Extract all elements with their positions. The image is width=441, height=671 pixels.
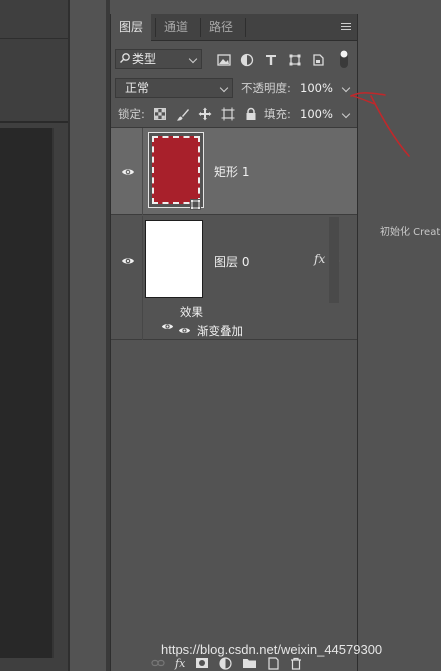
fill-value[interactable]: 100% bbox=[300, 104, 333, 124]
eye-icon[interactable] bbox=[161, 320, 174, 333]
mask-icon[interactable] bbox=[195, 657, 209, 669]
opacity-label: 不透明度: bbox=[241, 81, 291, 95]
canvas-scrollbar[interactable] bbox=[52, 128, 54, 658]
shape-filter-icon[interactable] bbox=[288, 53, 302, 67]
layer-divider bbox=[142, 128, 143, 215]
search-icon bbox=[120, 53, 130, 63]
layer-divider bbox=[142, 216, 143, 340]
panel-dock-gap bbox=[68, 0, 110, 671]
layer-name[interactable]: 矩形 1 bbox=[214, 163, 249, 180]
effect-gradient-overlay[interactable]: 渐变叠加 bbox=[197, 323, 243, 339]
fx-badge[interactable]: fx bbox=[314, 252, 325, 266]
layers-panel: 图层 通道 路径 类型 正常 不透明度: 100% 锁定: 填充: 100% 矩… bbox=[110, 14, 358, 671]
tab-paths[interactable]: 路径 bbox=[201, 14, 241, 41]
lock-all-icon[interactable] bbox=[244, 107, 258, 121]
layer-row-rectangle[interactable]: 矩形 1 bbox=[111, 128, 357, 215]
eye-icon[interactable] bbox=[121, 165, 135, 179]
eye-icon[interactable] bbox=[178, 324, 191, 337]
fx-icon[interactable]: fx bbox=[175, 657, 185, 670]
filter-kind-select[interactable]: 类型 bbox=[115, 49, 202, 69]
annotation-arrow bbox=[350, 92, 410, 157]
fill-label: 填充: bbox=[264, 107, 291, 121]
filter-toggle-icon[interactable] bbox=[339, 49, 349, 69]
layers-scrollbar[interactable] bbox=[329, 217, 339, 303]
adjustment-icon[interactable] bbox=[219, 656, 232, 670]
chevron-down-icon bbox=[219, 83, 229, 93]
link-icon[interactable] bbox=[151, 658, 165, 668]
image-filter-icon[interactable] bbox=[217, 53, 231, 67]
tab-separator bbox=[245, 18, 246, 37]
lock-brush-icon[interactable] bbox=[176, 108, 190, 122]
folder-icon[interactable] bbox=[242, 657, 257, 669]
eye-icon[interactable] bbox=[121, 254, 135, 268]
document-canvas[interactable] bbox=[0, 128, 52, 658]
blend-row: 正常 不透明度: 100% bbox=[111, 77, 357, 99]
lock-pixels-icon[interactable] bbox=[154, 108, 166, 120]
lock-label: 锁定: bbox=[118, 107, 145, 121]
lock-position-icon[interactable] bbox=[198, 107, 212, 121]
tab-layers[interactable]: 图层 bbox=[111, 14, 152, 42]
shape-thumbnail-fill bbox=[152, 136, 200, 204]
chevron-down-icon bbox=[188, 54, 198, 64]
tab-channels[interactable]: 通道 bbox=[156, 14, 196, 41]
layer-thumbnail[interactable] bbox=[148, 132, 204, 208]
layer-thumbnail[interactable] bbox=[145, 220, 203, 298]
document-ruler-edge bbox=[0, 121, 70, 123]
photoshop-workspace: 图层 通道 路径 类型 正常 不透明度: 100% 锁定: 填充: 100% 矩… bbox=[0, 0, 441, 671]
layer-name[interactable]: 图层 0 bbox=[214, 253, 249, 270]
panel-tabs: 图层 通道 路径 bbox=[111, 14, 357, 42]
watermark-url: https://blog.csdn.net/weixin_44579300 bbox=[161, 642, 383, 657]
panel-menu-icon[interactable] bbox=[341, 23, 351, 32]
lock-row: 锁定: 填充: 100% bbox=[111, 103, 357, 125]
blend-mode-select[interactable]: 正常 bbox=[115, 78, 233, 98]
side-panel-text: 初始化 Creat bbox=[380, 227, 441, 238]
type-filter-icon[interactable] bbox=[264, 53, 278, 67]
adjust-filter-icon[interactable] bbox=[240, 53, 254, 67]
shape-layer-badge-icon bbox=[190, 199, 201, 210]
layers-bottom-toolbar: fx bbox=[111, 655, 357, 671]
trash-icon[interactable] bbox=[290, 657, 302, 670]
opacity-value[interactable]: 100% bbox=[300, 78, 333, 98]
filter-row: 类型 bbox=[111, 48, 357, 70]
layer-row-background[interactable]: 图层 0 fx bbox=[111, 216, 357, 340]
new-layer-icon[interactable] bbox=[267, 656, 280, 670]
filter-kind-label: 类型 bbox=[132, 52, 157, 66]
smart-object-filter-icon[interactable] bbox=[311, 53, 325, 67]
effects-label: 效果 bbox=[180, 305, 203, 319]
lock-artboard-icon[interactable] bbox=[221, 107, 235, 121]
document-tabbar-edge bbox=[0, 38, 70, 39]
blend-mode-label: 正常 bbox=[125, 81, 150, 95]
